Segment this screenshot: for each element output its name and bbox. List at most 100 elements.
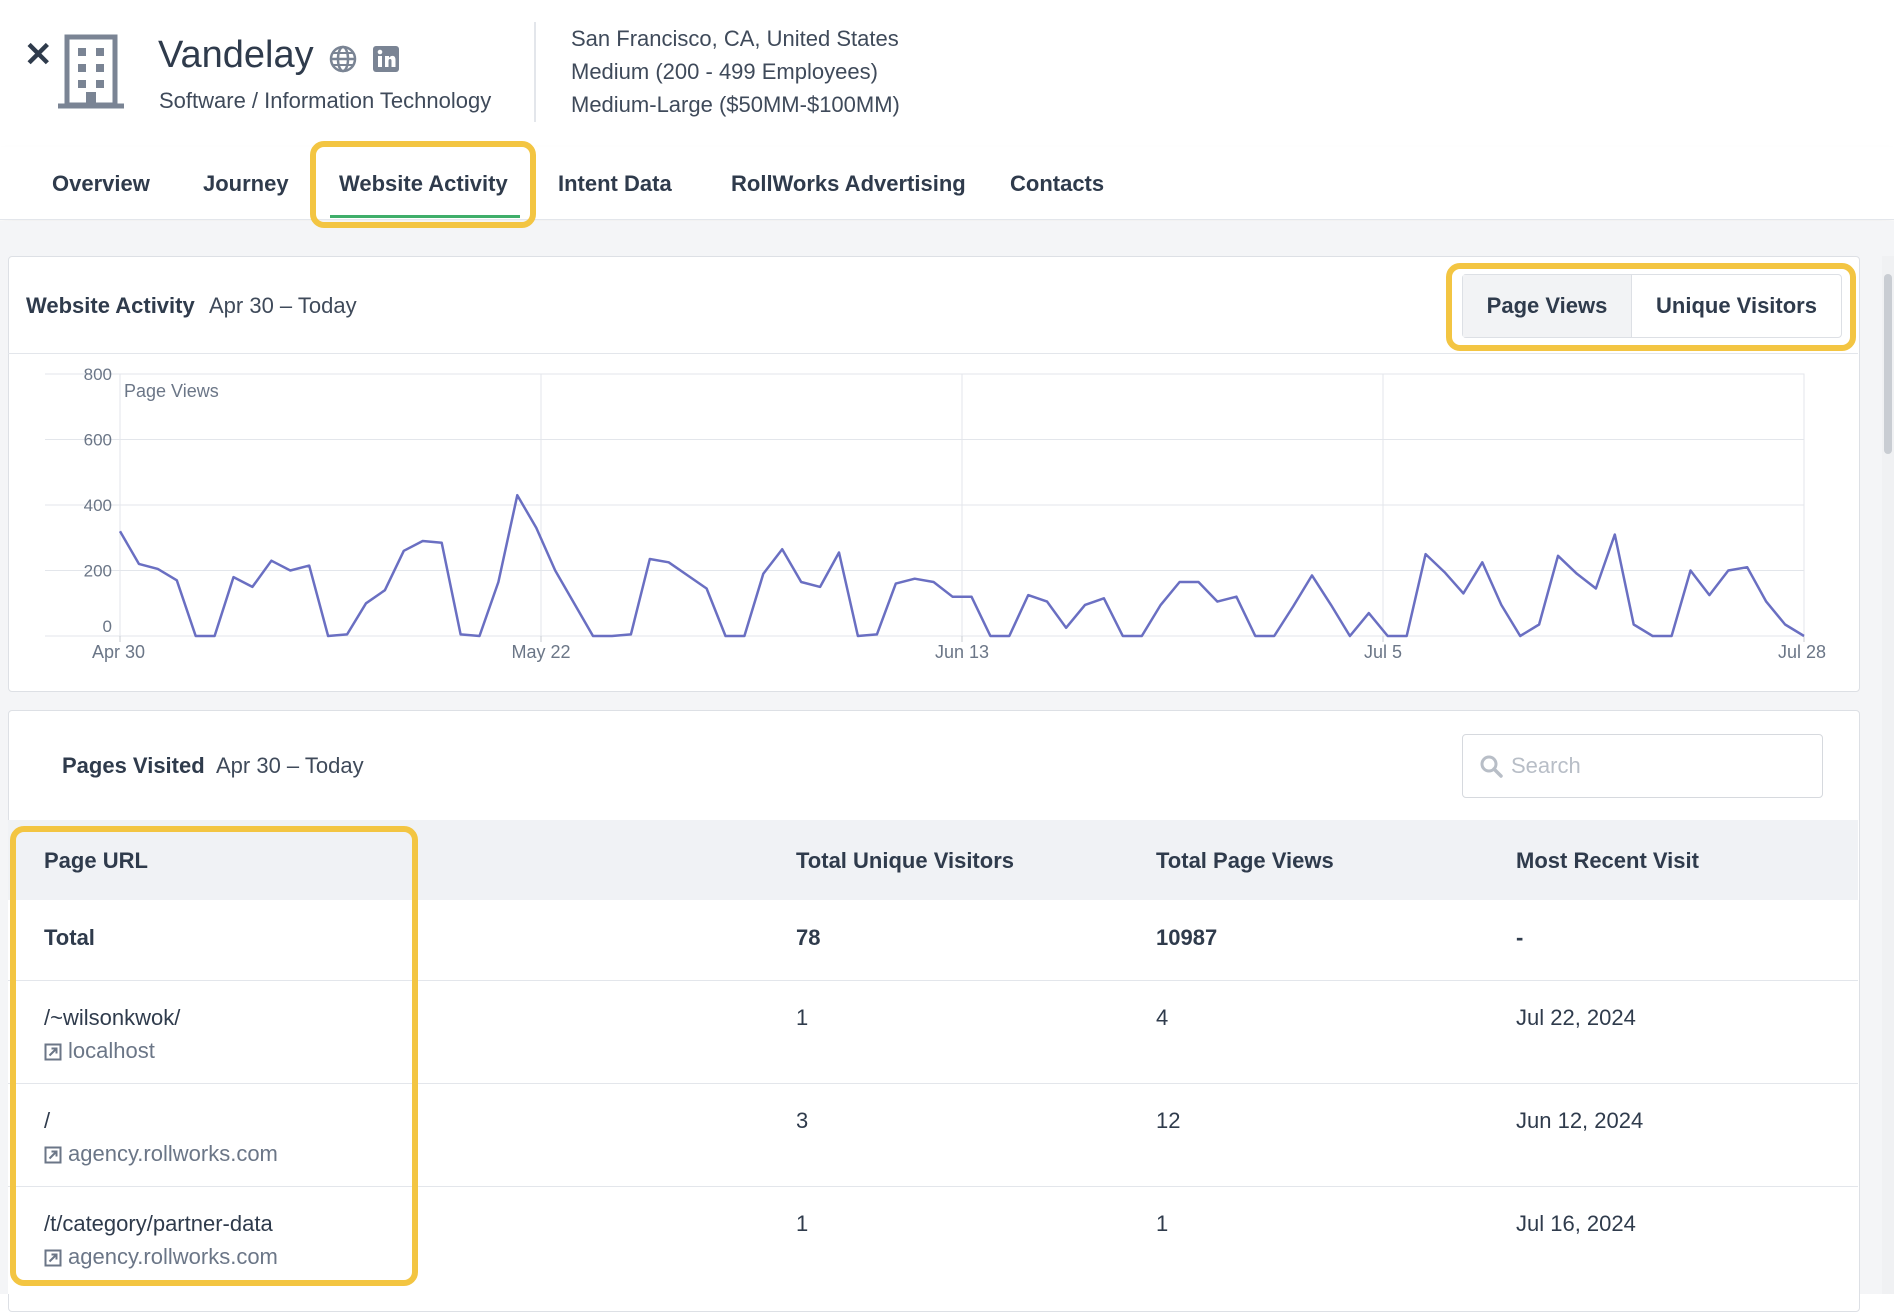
data-point[interactable] <box>231 575 236 580</box>
data-point[interactable] <box>893 581 898 586</box>
data-point[interactable] <box>439 540 444 545</box>
data-point[interactable] <box>1101 596 1106 601</box>
data-point[interactable] <box>1612 532 1617 537</box>
tab-journey[interactable]: Journey <box>203 171 289 197</box>
data-point[interactable] <box>1385 634 1390 639</box>
data-point[interactable] <box>761 571 766 576</box>
data-point[interactable] <box>1272 634 1277 639</box>
data-point[interactable] <box>1064 625 1069 630</box>
column-header-recent-visit[interactable]: Most Recent Visit <box>1516 848 1699 874</box>
data-point[interactable] <box>288 568 293 573</box>
data-point[interactable] <box>269 558 274 563</box>
data-point[interactable] <box>1650 634 1655 639</box>
data-point[interactable] <box>610 634 615 639</box>
data-point[interactable] <box>401 548 406 553</box>
data-point[interactable] <box>1707 593 1712 598</box>
data-point[interactable] <box>969 594 974 599</box>
data-point[interactable] <box>496 580 501 585</box>
unique-visitors-button[interactable]: Unique Visitors <box>1632 275 1841 337</box>
data-point[interactable] <box>1423 552 1428 557</box>
data-point[interactable] <box>345 632 350 637</box>
page-domain-link[interactable]: localhost <box>44 1038 155 1064</box>
data-point[interactable] <box>1764 599 1769 604</box>
data-point[interactable] <box>136 561 141 566</box>
data-point[interactable] <box>1745 565 1750 570</box>
column-header-unique-visitors[interactable]: Total Unique Visitors <box>796 848 1014 874</box>
data-point[interactable] <box>1404 634 1409 639</box>
data-point[interactable] <box>174 578 179 583</box>
data-point[interactable] <box>420 539 425 544</box>
search-input[interactable] <box>1509 749 1803 783</box>
data-point[interactable] <box>1574 571 1579 576</box>
data-point[interactable] <box>723 634 728 639</box>
data-point[interactable] <box>704 586 709 591</box>
data-point[interactable] <box>1499 602 1504 607</box>
data-point[interactable] <box>1593 586 1598 591</box>
data-point[interactable] <box>799 580 804 585</box>
data-point[interactable] <box>1783 622 1788 627</box>
scrollbar-thumb[interactable] <box>1884 274 1892 454</box>
data-point[interactable] <box>382 588 387 593</box>
close-icon[interactable]: ✕ <box>24 38 53 72</box>
data-point[interactable] <box>1234 594 1239 599</box>
data-point[interactable] <box>212 634 217 639</box>
column-header-page-url[interactable]: Page URL <box>44 848 148 874</box>
data-point[interactable] <box>666 560 671 565</box>
linkedin-icon[interactable] <box>373 46 399 72</box>
data-point[interactable] <box>647 557 652 562</box>
data-point[interactable] <box>515 493 520 498</box>
data-point[interactable] <box>591 634 596 639</box>
data-point[interactable] <box>1802 634 1807 639</box>
tab-website-activity[interactable]: Website Activity <box>339 171 508 197</box>
data-point[interactable] <box>780 547 785 552</box>
data-point[interactable] <box>326 634 331 639</box>
data-point[interactable] <box>1007 634 1012 639</box>
data-point[interactable] <box>1215 599 1220 604</box>
data-point[interactable] <box>553 568 558 573</box>
data-point[interactable] <box>1026 593 1031 598</box>
data-point[interactable] <box>855 634 860 639</box>
data-point[interactable] <box>118 529 123 534</box>
data-point[interactable] <box>628 632 633 637</box>
data-point[interactable] <box>1253 634 1258 639</box>
data-point[interactable] <box>1669 634 1674 639</box>
data-point[interactable] <box>534 525 539 530</box>
data-point[interactable] <box>1329 602 1334 607</box>
data-point[interactable] <box>1158 602 1163 607</box>
data-point[interactable] <box>1726 568 1731 573</box>
data-point[interactable] <box>950 594 955 599</box>
data-point[interactable] <box>818 584 823 589</box>
data-point[interactable] <box>1291 604 1296 609</box>
tab-overview[interactable]: Overview <box>52 171 150 197</box>
data-point[interactable] <box>1139 634 1144 639</box>
data-point[interactable] <box>1083 602 1088 607</box>
data-point[interactable] <box>1518 634 1523 639</box>
page-domain-link[interactable]: agency.rollworks.com <box>44 1244 278 1270</box>
column-header-page-views[interactable]: Total Page Views <box>1156 848 1334 874</box>
data-point[interactable] <box>912 576 917 581</box>
data-point[interactable] <box>364 601 369 606</box>
data-point[interactable] <box>988 634 993 639</box>
data-point[interactable] <box>685 573 690 578</box>
tab-contacts[interactable]: Contacts <box>1010 171 1104 197</box>
data-point[interactable] <box>931 580 936 585</box>
data-point[interactable] <box>1442 570 1447 575</box>
globe-icon[interactable] <box>329 45 357 73</box>
data-point[interactable] <box>1045 599 1050 604</box>
tab-intent-data[interactable]: Intent Data <box>558 171 672 197</box>
tab-rollworks-advertising[interactable]: RollWorks Advertising <box>731 171 966 197</box>
data-point[interactable] <box>1631 622 1636 627</box>
data-point[interactable] <box>155 566 160 571</box>
data-point[interactable] <box>1177 580 1182 585</box>
data-point[interactable] <box>572 601 577 606</box>
data-point[interactable] <box>307 563 312 568</box>
data-point[interactable] <box>1556 553 1561 558</box>
page-views-button[interactable]: Page Views <box>1463 275 1632 337</box>
data-point[interactable] <box>1366 611 1371 616</box>
data-point[interactable] <box>1461 591 1466 596</box>
data-point[interactable] <box>477 634 482 639</box>
data-point[interactable] <box>742 634 747 639</box>
data-point[interactable] <box>250 584 255 589</box>
data-point[interactable] <box>1196 580 1201 585</box>
data-point[interactable] <box>458 632 463 637</box>
